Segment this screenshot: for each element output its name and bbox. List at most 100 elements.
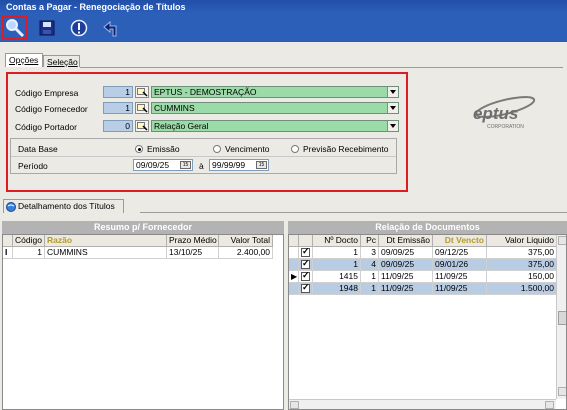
- table-row-emissao[interactable]: 11/09/25: [379, 271, 433, 283]
- table-row-emissao[interactable]: 09/09/25: [379, 247, 433, 259]
- scroll-left-arrow-icon[interactable]: [290, 401, 299, 409]
- scroll-thumb[interactable]: [558, 311, 566, 325]
- table-row-prazo[interactable]: 13/10/25: [167, 247, 219, 259]
- resumo-col-codigo[interactable]: Código: [13, 235, 45, 247]
- empresa-code-field[interactable]: 1: [103, 86, 133, 98]
- calendar-icon[interactable]: 15: [256, 161, 267, 169]
- empresa-combo[interactable]: EPTUS - DEMOSTRAÇÃO: [151, 86, 399, 98]
- row-check-cell: [299, 247, 313, 259]
- fornecedor-label: Código Fornecedor: [15, 104, 88, 114]
- relacao-col-valor[interactable]: Valor Liquido: [487, 235, 557, 247]
- empresa-lookup-button[interactable]: [135, 86, 149, 98]
- relacao-col-emissao[interactable]: Dt Emissão: [379, 235, 433, 247]
- row-checkbox[interactable]: [301, 259, 310, 269]
- vertical-scrollbar[interactable]: [556, 235, 566, 399]
- resumo-title: Resumo p/ Fornecedor: [2, 221, 284, 234]
- scroll-down-arrow-icon[interactable]: [558, 387, 566, 396]
- relacao-check-col: [299, 235, 313, 247]
- table-row-valor[interactable]: 150,00: [487, 271, 557, 283]
- fornecedor-lookup-button[interactable]: [135, 102, 149, 114]
- lookup-icon: [136, 87, 148, 97]
- calendar-icon[interactable]: 15: [180, 161, 191, 169]
- portador-lookup-button[interactable]: [135, 120, 149, 132]
- tab-opcoes-label: Opções: [9, 55, 39, 65]
- row-indicator: [289, 259, 299, 271]
- tab-detalhamento[interactable]: Detalhamento dos Títulos: [3, 199, 124, 213]
- tab-opcoes[interactable]: Opções: [5, 53, 43, 67]
- chevron-down-icon[interactable]: [387, 103, 398, 113]
- row-check-cell: [299, 259, 313, 271]
- relacao-col-docto[interactable]: Nº Docto: [313, 235, 361, 247]
- resumo-col-razao[interactable]: Razão: [45, 235, 167, 247]
- table-row-razao[interactable]: CUMMINS: [45, 247, 167, 259]
- table-row-valor[interactable]: 1.500,00: [487, 283, 557, 295]
- row-checkbox[interactable]: [301, 283, 310, 293]
- table-row-vencto[interactable]: 11/09/25: [433, 283, 487, 295]
- table-row-emissao[interactable]: 09/09/25: [379, 259, 433, 271]
- radio-previsao[interactable]: [291, 145, 299, 153]
- table-row-valor[interactable]: 375,00: [487, 247, 557, 259]
- table-row-docto[interactable]: 1: [313, 247, 361, 259]
- empresa-name: EPTUS - DEMOSTRAÇÃO: [154, 87, 257, 97]
- scroll-right-arrow-icon[interactable]: [545, 401, 554, 409]
- scroll-up-arrow-icon[interactable]: [558, 236, 566, 245]
- table-row-vencto[interactable]: 09/12/25: [433, 247, 487, 259]
- table-row-pc[interactable]: 4: [361, 259, 379, 271]
- table-row-docto[interactable]: 1: [313, 259, 361, 271]
- resumo-col-valor[interactable]: Valor Total: [219, 235, 273, 247]
- database-label: Data Base: [18, 144, 58, 154]
- row-checkbox[interactable]: [301, 247, 310, 257]
- portador-combo[interactable]: Relação Geral: [151, 120, 399, 132]
- radio-vencimento[interactable]: [213, 145, 221, 153]
- info-icon: [70, 19, 88, 37]
- globe-icon: [6, 201, 16, 212]
- table-row-emissao[interactable]: 11/09/25: [379, 283, 433, 295]
- tab-selecao[interactable]: Seleção: [43, 55, 80, 67]
- svg-text:CORPORATION: CORPORATION: [487, 124, 524, 130]
- horizontal-scrollbar[interactable]: [289, 399, 556, 409]
- table-row-codigo[interactable]: 1: [13, 247, 45, 259]
- table-row-pc[interactable]: 3: [361, 247, 379, 259]
- relacao-col-vencto[interactable]: Dt Vencto: [433, 235, 487, 247]
- tab-divider: [80, 67, 563, 68]
- periodo-to-value: 99/99/99: [212, 160, 246, 170]
- table-row-valor[interactable]: 2.400,00: [219, 247, 273, 259]
- portador-label: Código Portador: [15, 122, 77, 132]
- save-button[interactable]: [34, 16, 60, 40]
- row-indicator: [289, 247, 299, 259]
- table-row-valor[interactable]: 375,00: [487, 259, 557, 271]
- resumo-indicator-col: [3, 235, 13, 247]
- table-row-vencto[interactable]: 11/09/25: [433, 271, 487, 283]
- table-row-vencto[interactable]: 09/01/26: [433, 259, 487, 271]
- periodo-to-field[interactable]: 99/99/99 15: [209, 159, 269, 171]
- chevron-down-icon[interactable]: [387, 87, 398, 97]
- empresa-label: Código Empresa: [15, 88, 79, 98]
- back-button[interactable]: [98, 16, 124, 40]
- back-arrow-icon: [103, 20, 117, 37]
- fornecedor-combo[interactable]: CUMMINS: [151, 102, 399, 114]
- info-button[interactable]: [66, 16, 92, 40]
- table-row-pc[interactable]: 1: [361, 283, 379, 295]
- resumo-col-prazo[interactable]: Prazo Médio: [167, 235, 219, 247]
- radio-emissao-label: Emissão: [147, 144, 180, 154]
- radio-vencimento-label: Vencimento: [225, 144, 270, 154]
- chevron-down-icon[interactable]: [387, 121, 398, 131]
- relacao-indicator-col: [289, 235, 299, 247]
- radio-emissao[interactable]: [135, 145, 143, 153]
- row-check-cell: [299, 283, 313, 295]
- search-button[interactable]: [2, 16, 28, 40]
- current-row-arrow-icon: ▶: [289, 271, 299, 283]
- table-row-pc[interactable]: 1: [361, 271, 379, 283]
- relacao-col-pc[interactable]: Pc: [361, 235, 379, 247]
- table-row-docto[interactable]: 1415: [313, 271, 361, 283]
- search-icon: [6, 19, 25, 38]
- resumo-grid: Código Razão Prazo Médio Valor Total I 1…: [2, 234, 284, 410]
- periodo-from-field[interactable]: 09/09/25 15: [133, 159, 193, 171]
- table-row-docto[interactable]: 1948: [313, 283, 361, 295]
- row-checkbox[interactable]: [301, 271, 310, 281]
- fornecedor-code-field[interactable]: 1: [103, 102, 133, 114]
- portador-code-field[interactable]: 0: [103, 120, 133, 132]
- row-check-cell: [299, 271, 313, 283]
- tab-detalhamento-label: Detalhamento dos Títulos: [18, 201, 115, 211]
- eptus-logo-mark: eptus CORPORATION: [473, 96, 536, 130]
